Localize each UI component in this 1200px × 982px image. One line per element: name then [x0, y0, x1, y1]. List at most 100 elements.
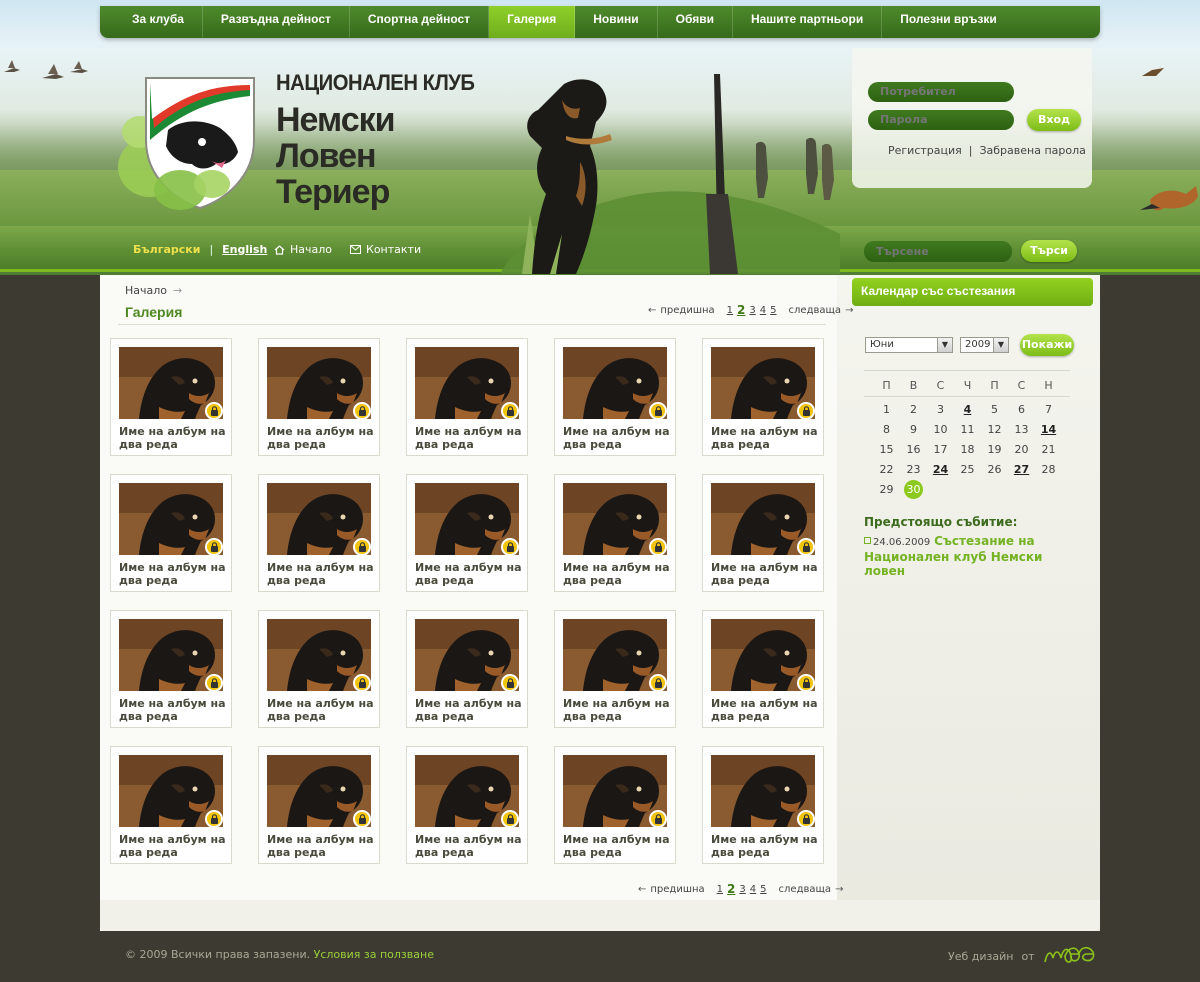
calendar-day[interactable]: 16 [900, 440, 927, 460]
prev-page-link[interactable]: предишна [660, 305, 714, 316]
calendar-day[interactable]: 1 [873, 400, 900, 420]
calendar-day[interactable]: 12 [981, 420, 1008, 440]
album-card[interactable]: Име на албум на два реда [406, 746, 528, 864]
calendar-day[interactable]: 8 [873, 420, 900, 440]
album-card[interactable]: Име на албум на два реда [702, 746, 824, 864]
calendar-day[interactable]: 9 [900, 420, 927, 440]
album-card[interactable]: Име на албум на два реда [258, 746, 380, 864]
album-card[interactable]: Име на албум на два реда [406, 338, 528, 456]
album-card[interactable]: Име на албум на два реда [554, 338, 676, 456]
album-card[interactable]: Име на албум на два реда [110, 746, 232, 864]
calendar-day[interactable]: 3 [927, 400, 954, 420]
calendar-day[interactable]: 26 [981, 460, 1008, 480]
calendar-day-number: 23 [906, 463, 921, 476]
album-card[interactable]: Име на албум на два реда [702, 338, 824, 456]
page-link-4[interactable]: 4 [750, 884, 756, 895]
lock-icon [205, 402, 223, 420]
designer-logo[interactable] [1043, 946, 1103, 966]
album-card[interactable]: Име на албум на два реда [554, 474, 676, 592]
calendar-day-event[interactable]: 24 [927, 460, 954, 480]
nav-item-ads[interactable]: Обяви [658, 6, 733, 38]
album-card[interactable]: Име на албум на два реда [258, 474, 380, 592]
calendar-day[interactable]: 5 [981, 400, 1008, 420]
home-link[interactable]: Начало [274, 243, 332, 256]
nav-item-sports[interactable]: Спортна дейност [350, 6, 490, 38]
show-calendar-button[interactable]: Покажи [1020, 334, 1074, 356]
page-link-1[interactable]: 1 [717, 884, 723, 895]
nav-item-news[interactable]: Новини [575, 6, 658, 38]
calendar-day[interactable]: 17 [927, 440, 954, 460]
calendar-day[interactable]: 21 [1035, 440, 1062, 460]
calendar-day-event[interactable]: 27 [1008, 460, 1035, 480]
calendar-day[interactable]: 11 [954, 420, 981, 440]
header-links: Начало Контакти [274, 243, 421, 256]
next-page-link[interactable]: следваща [789, 305, 842, 316]
calendar-day[interactable]: 18 [954, 440, 981, 460]
hunting-dog-image [500, 74, 840, 274]
calendar-day[interactable]: 22 [873, 460, 900, 480]
calendar-day-today[interactable]: 30 [900, 480, 927, 500]
calendar-day-number: 9 [910, 423, 917, 436]
calendar-day-event[interactable]: 14 [1035, 420, 1062, 440]
calendar-day[interactable]: 19 [981, 440, 1008, 460]
language-bulgarian[interactable]: Български [133, 243, 200, 256]
search-input[interactable] [864, 241, 1012, 262]
terms-link[interactable]: Условия за ползване [314, 948, 434, 961]
album-card[interactable]: Име на албум на два реда [702, 474, 824, 592]
page-link-5[interactable]: 5 [760, 884, 766, 895]
album-caption: Име на албум на два реда [563, 561, 670, 587]
calendar-day[interactable]: 20 [1008, 440, 1035, 460]
album-card[interactable]: Име на албум на два реда [702, 610, 824, 728]
calendar-day[interactable]: 6 [1008, 400, 1035, 420]
club-logo-emblem [118, 77, 255, 210]
calendar-day[interactable]: 13 [1008, 420, 1035, 440]
album-card[interactable]: Име на албум на два реда [258, 610, 380, 728]
nav-item-breeding[interactable]: Развъдна дейност [203, 6, 350, 38]
calendar-day[interactable]: 29 [873, 480, 900, 500]
calendar-day-event[interactable]: 4 [954, 400, 981, 420]
page-link-2[interactable]: 2 [727, 882, 735, 896]
nav-item-gallery[interactable]: Галерия [489, 6, 576, 38]
password-input[interactable] [868, 110, 1014, 130]
register-link[interactable]: Регистрация [888, 144, 962, 157]
prev-page-link[interactable]: предишна [650, 884, 704, 895]
page-link-1[interactable]: 1 [727, 305, 733, 316]
album-card[interactable]: Име на албум на два реда [554, 610, 676, 728]
album-card[interactable]: Име на албум на два реда [110, 474, 232, 592]
album-caption: Име на албум на два реда [119, 833, 226, 859]
calendar-day[interactable]: 15 [873, 440, 900, 460]
month-select[interactable]: Юни ▼ [865, 337, 953, 353]
calendar-day[interactable]: 25 [954, 460, 981, 480]
login-panel: Вход Регистрация | Забравена парола [852, 48, 1092, 188]
page-link-3[interactable]: 3 [749, 305, 755, 316]
calendar-title: Календар със състезания [852, 278, 1093, 306]
envelope-icon [350, 245, 362, 254]
album-card[interactable]: Име на албум на два реда [554, 746, 676, 864]
forgot-password-link[interactable]: Забравена парола [979, 144, 1085, 157]
contacts-link[interactable]: Контакти [350, 243, 421, 256]
nav-item-partners[interactable]: Нашите партньори [733, 6, 883, 38]
next-page-link[interactable]: следваща [779, 884, 832, 895]
nav-item-links[interactable]: Полезни връзки [882, 6, 1015, 38]
page-link-5[interactable]: 5 [770, 305, 776, 316]
calendar-day[interactable]: 10 [927, 420, 954, 440]
album-card[interactable]: Име на албум на два реда [406, 610, 528, 728]
search-button[interactable]: Търси [1021, 240, 1077, 262]
calendar-day[interactable]: 7 [1035, 400, 1062, 420]
calendar-day[interactable]: 2 [900, 400, 927, 420]
year-select[interactable]: 2009 ▼ [960, 337, 1009, 353]
page-link-3[interactable]: 3 [739, 884, 745, 895]
album-card[interactable]: Име на албум на два реда [110, 338, 232, 456]
album-card[interactable]: Име на албум на два реда [258, 338, 380, 456]
username-input[interactable] [868, 82, 1014, 102]
calendar-day[interactable]: 28 [1035, 460, 1062, 480]
album-card[interactable]: Име на албум на два реда [406, 474, 528, 592]
nav-item-about[interactable]: За клуба [114, 6, 203, 38]
album-card[interactable]: Име на албум на два реда [110, 610, 232, 728]
login-button[interactable]: Вход [1027, 109, 1081, 131]
page-link-2[interactable]: 2 [737, 303, 745, 317]
breadcrumb-home[interactable]: Начало [125, 284, 167, 297]
page-link-4[interactable]: 4 [760, 305, 766, 316]
language-english[interactable]: English [222, 243, 267, 256]
calendar-day[interactable]: 23 [900, 460, 927, 480]
